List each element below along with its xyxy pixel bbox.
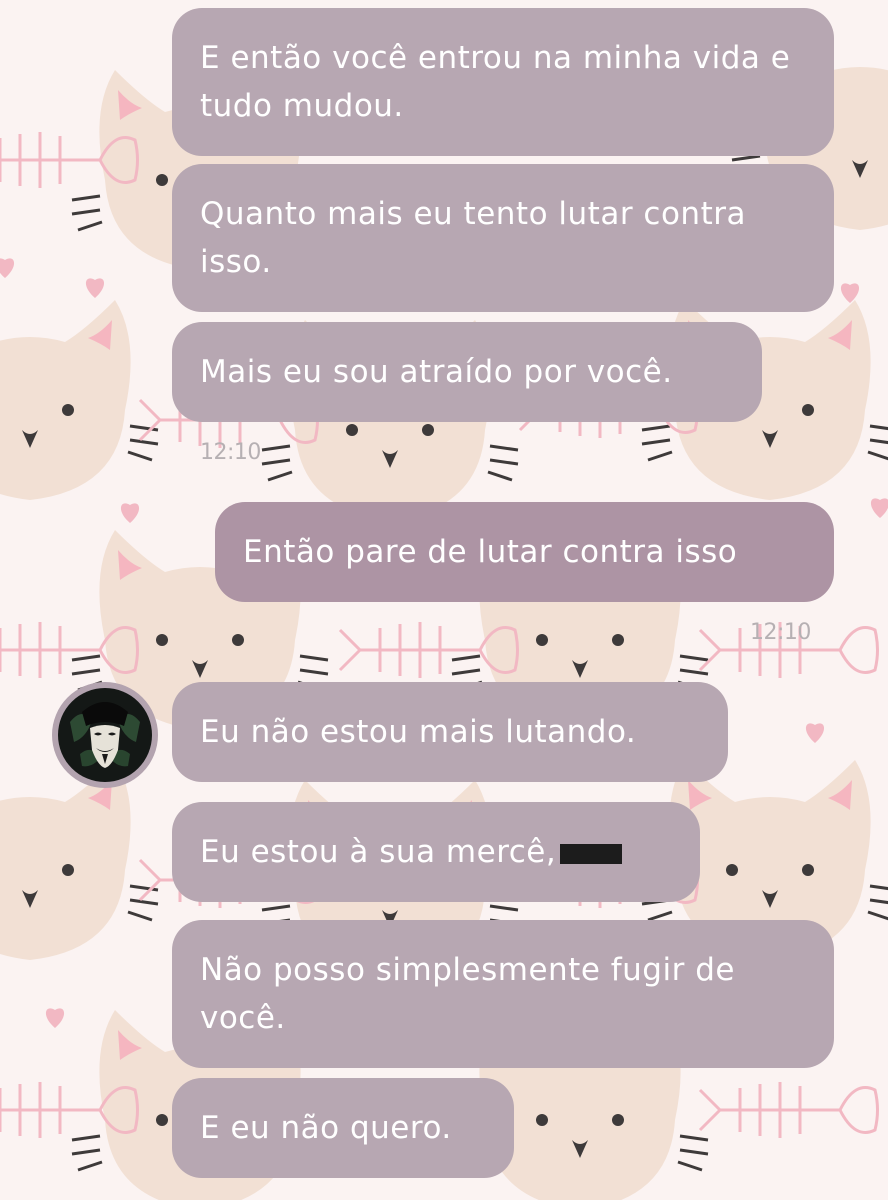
message-bubble-received[interactable]: E então você entrou na minha vida e tudo… bbox=[172, 8, 834, 156]
message-bubble-received[interactable]: Eu estou à sua mercê, bbox=[172, 802, 700, 902]
message-text: E então você entrou na minha vida e tudo… bbox=[200, 40, 791, 124]
message-bubble-received[interactable]: Não posso simplesmente fugir de você. bbox=[172, 920, 834, 1068]
message-bubble-received[interactable]: Quanto mais eu tento lutar contra isso. bbox=[172, 164, 834, 312]
message-text: Então pare de lutar contra isso bbox=[243, 534, 738, 570]
redaction-bar bbox=[560, 844, 623, 864]
message-text: Não posso simplesmente fugir de você. bbox=[200, 952, 735, 1036]
message-text: Eu estou à sua mercê, bbox=[200, 834, 557, 870]
message-text: Quanto mais eu tento lutar contra isso. bbox=[200, 196, 746, 280]
message-bubble-received[interactable]: Eu não estou mais lutando. bbox=[172, 682, 728, 782]
masked-avatar-icon bbox=[58, 688, 152, 782]
message-bubble-sent[interactable]: Então pare de lutar contra isso bbox=[215, 502, 834, 602]
contact-avatar[interactable] bbox=[52, 682, 158, 788]
message-text: E eu não quero. bbox=[200, 1110, 452, 1146]
message-text: Mais eu sou atraído por você. bbox=[200, 354, 673, 390]
message-timestamp: 12:10 bbox=[200, 440, 261, 465]
message-bubble-received[interactable]: Mais eu sou atraído por você. bbox=[172, 322, 762, 422]
message-timestamp: 12:10 bbox=[750, 620, 811, 645]
message-bubble-received[interactable]: E eu não quero. bbox=[172, 1078, 514, 1178]
message-text: Eu não estou mais lutando. bbox=[200, 714, 637, 750]
